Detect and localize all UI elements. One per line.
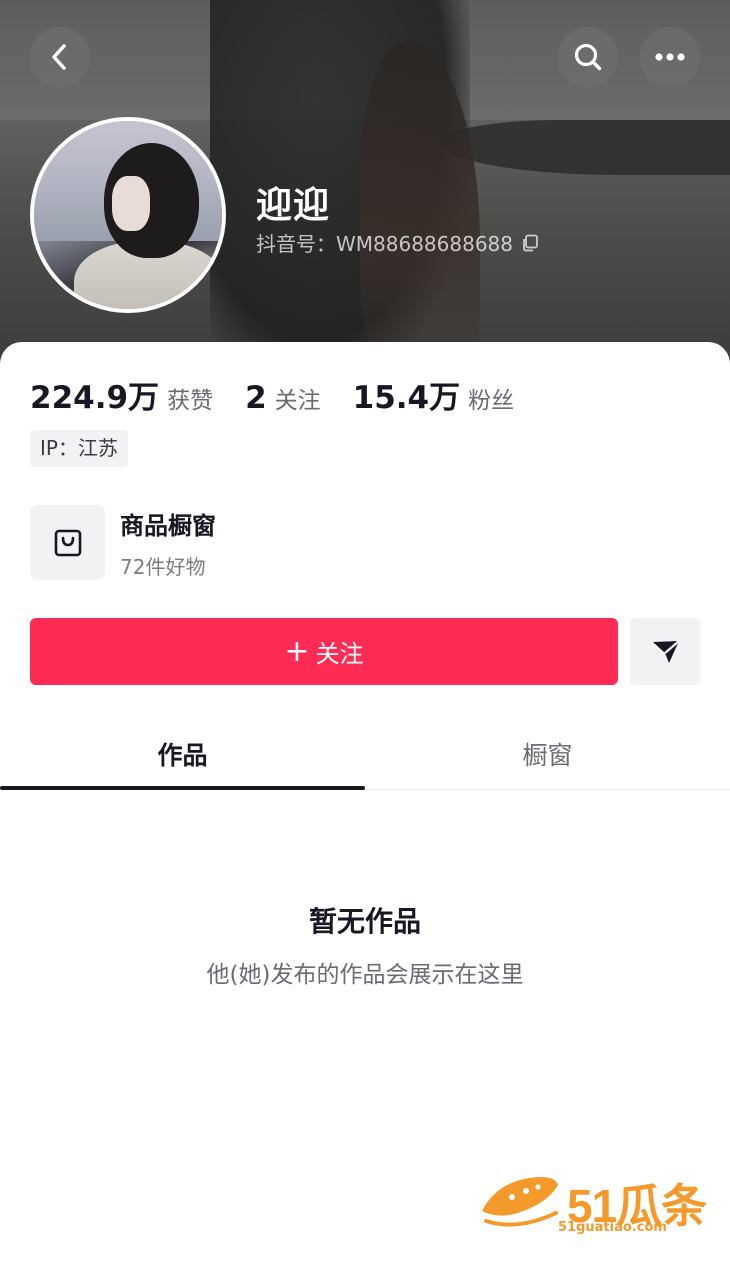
copy-icon[interactable]: [521, 234, 539, 252]
stat-following-label: 关注: [274, 388, 321, 414]
stat-likes-value: 224.9万: [30, 380, 160, 416]
stats-row: 224.9万 获赞 2 关注 15.4万 粉丝: [30, 372, 546, 417]
tab-active-indicator: [0, 786, 365, 790]
stat-likes[interactable]: 224.9万 获赞: [30, 372, 213, 417]
profile-card: 224.9万 获赞 2 关注 15.4万 粉丝 IP：江苏 商品橱窗 72件好物…: [0, 342, 730, 1280]
stat-followers-label: 粉丝: [468, 388, 515, 414]
follow-plus-icon: +: [284, 633, 310, 669]
more-button[interactable]: [640, 27, 700, 87]
share-button[interactable]: [630, 618, 701, 685]
stat-following[interactable]: 2 关注: [245, 380, 321, 416]
search-icon: [574, 43, 602, 71]
stat-followers[interactable]: 15.4万 粉丝: [353, 372, 515, 417]
tab-bar: 作品 橱窗: [0, 717, 730, 790]
shop-window-entry[interactable]: 商品橱窗 72件好物: [30, 505, 510, 580]
watermelon-logo-icon: [482, 1176, 558, 1227]
nickname: 迎迎: [256, 185, 331, 226]
tab-shop-window[interactable]: 橱窗: [365, 717, 730, 790]
tab-works[interactable]: 作品: [0, 717, 365, 790]
shopping-bag-icon: [54, 529, 81, 556]
more-icon: [655, 53, 685, 61]
shop-icon-box: [30, 505, 105, 580]
watermark-site: 51guatiao.com: [558, 1220, 667, 1235]
share-icon: [652, 639, 680, 663]
follow-label: 关注: [315, 640, 364, 668]
stat-following-value: 2: [245, 380, 267, 416]
douyin-id-text: 抖音号：WM88688688688: [256, 232, 514, 256]
empty-state-title: 暂无作品: [308, 905, 421, 938]
watermark-logo: 51瓜条 51guatiao.com: [478, 1165, 708, 1240]
back-button[interactable]: [30, 27, 90, 87]
ip-location-tag: IP：江苏: [30, 430, 128, 467]
back-icon: [52, 44, 66, 70]
douyin-id[interactable]: 抖音号：WM88688688688: [256, 228, 539, 257]
avatar[interactable]: [30, 117, 226, 313]
stat-followers-value: 15.4万: [352, 380, 461, 416]
search-button[interactable]: [558, 27, 618, 87]
stat-likes-label: 获赞: [167, 388, 214, 414]
empty-state-subtitle: 他(她)发布的作品会展示在这里: [206, 962, 524, 988]
shop-title: 商品橱窗: [120, 511, 216, 540]
shop-subtitle: 72件好物: [120, 554, 206, 579]
follow-button[interactable]: + 关注: [30, 618, 618, 685]
